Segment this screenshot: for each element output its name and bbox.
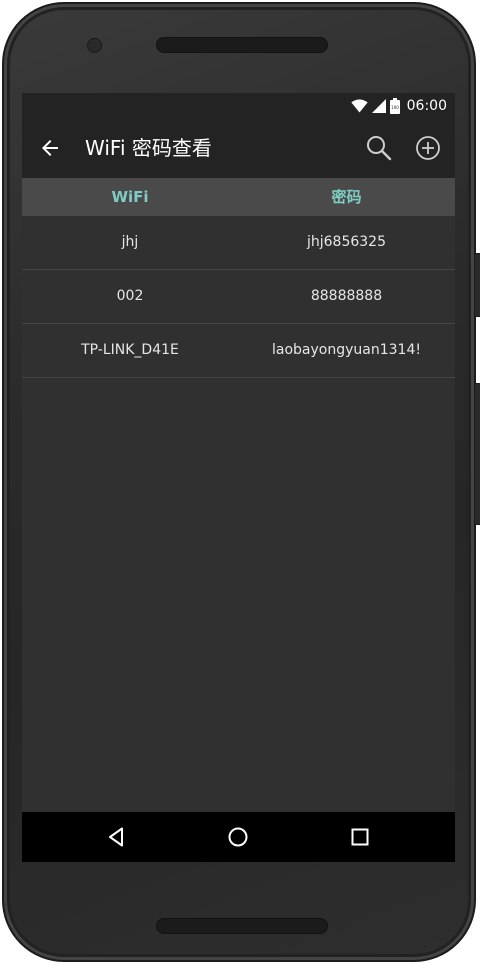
wifi-name-cell: 002: [116, 288, 144, 304]
top-speaker: [156, 37, 328, 53]
column-header-wifi: WiFi: [111, 188, 149, 206]
page-title: WiFi 密码查看: [85, 136, 212, 160]
battery-icon: 100: [389, 98, 400, 114]
search-icon[interactable]: [365, 134, 393, 162]
home-circle-icon[interactable]: [226, 825, 250, 849]
bottom-speaker: [156, 918, 328, 934]
signal-icon: [371, 99, 386, 113]
status-time: 06:00: [406, 98, 447, 114]
column-header-password: 密码: [331, 188, 362, 206]
wifi-name-cell: TP-LINK_D41E: [81, 342, 179, 358]
password-cell: jhj6856325: [306, 234, 386, 250]
app-bar: WiFi 密码查看: [22, 119, 455, 178]
password-cell: laobayongyuan1314!: [272, 342, 421, 358]
recents-square-icon[interactable]: [348, 825, 372, 849]
volume-button: [474, 253, 480, 317]
wifi-icon: [350, 99, 368, 113]
password-cell: 88888888: [310, 288, 383, 304]
table-row[interactable]: TP-LINK_D41E laobayongyuan1314!: [22, 324, 455, 378]
wifi-name-cell: jhj: [121, 234, 139, 250]
table-row[interactable]: jhj jhj6856325: [22, 216, 455, 270]
wifi-list: jhj jhj6856325 002 88888888 TP-LINK_D41E…: [22, 216, 455, 378]
table-row[interactable]: 002 88888888: [22, 270, 455, 324]
status-bar: 100 06:00: [22, 93, 455, 119]
front-camera: [87, 38, 102, 53]
navigation-bar: [22, 812, 455, 862]
power-button: [474, 383, 480, 525]
back-triangle-icon[interactable]: [105, 825, 129, 849]
arrow-left-icon[interactable]: [38, 136, 62, 160]
add-circle-icon[interactable]: [414, 134, 442, 162]
table-header: WiFi 密码: [22, 178, 455, 216]
screen: 100 06:00 WiFi 密码查看 WiFi 密码 jhj jhj68563…: [22, 93, 455, 862]
battery-level-text: 100: [391, 105, 399, 110]
